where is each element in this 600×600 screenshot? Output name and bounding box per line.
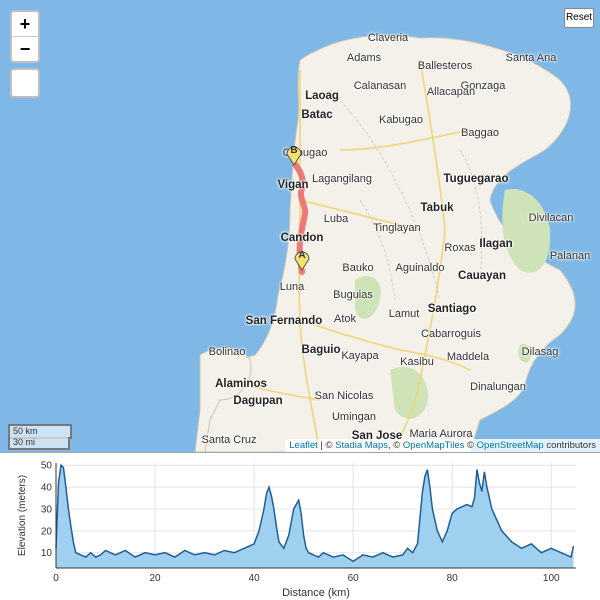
place-label: Atok xyxy=(333,313,357,325)
layer-button[interactable] xyxy=(10,68,40,98)
zoom-control: + − xyxy=(10,10,40,63)
attribution: Leaflet | © Stadia Maps, © OpenMapTiles … xyxy=(285,439,600,452)
place-label: Candon xyxy=(280,232,324,244)
place-label: Luna xyxy=(279,281,305,293)
place-label: Roxas xyxy=(444,242,476,254)
place-label: Divilacan xyxy=(528,212,574,224)
place-label: Dagupan xyxy=(233,395,283,407)
place-label: Santiago xyxy=(427,303,477,315)
place-label: Tuguegarao xyxy=(443,173,509,185)
x-tick-label: 20 xyxy=(149,573,161,584)
elevation-chart: 0 20 40 60 80 100 10 20 30 40 50 Distance (km) El… xyxy=(17,461,576,599)
place-label: Ilagan xyxy=(479,238,513,250)
place-label: Tabuk xyxy=(420,202,454,214)
x-tick-label: 60 xyxy=(348,573,360,584)
place-label: Tinglayan xyxy=(373,222,421,234)
place-label: Ballesteros xyxy=(417,60,473,72)
y-tick-label: 30 xyxy=(41,504,53,515)
y-tick-label: 40 xyxy=(41,483,53,494)
stadia-link[interactable]: Stadia Maps xyxy=(335,440,388,451)
place-label: Lamut xyxy=(388,308,420,320)
place-label: Dinalungan xyxy=(470,381,526,393)
place-label: Baguio xyxy=(301,344,341,356)
place-label: Kayapa xyxy=(341,350,379,362)
place-label: San Nicolas xyxy=(314,390,374,402)
place-label: Cauayan xyxy=(458,270,506,282)
place-label: Umingan xyxy=(331,411,377,423)
y-tick-label: 50 xyxy=(41,461,53,472)
place-label: Kasibu xyxy=(400,356,434,368)
x-tick-label: 80 xyxy=(447,573,459,584)
place-label: Buguias xyxy=(333,289,373,301)
place-label: Batac xyxy=(301,109,333,121)
y-axis-label: Elevation (meters) xyxy=(17,475,28,556)
reset-button[interactable]: Reset xyxy=(564,8,594,28)
y-tick-label: 20 xyxy=(41,526,53,537)
place-label: Luba xyxy=(323,213,349,225)
place-label: Baggao xyxy=(461,127,499,139)
scale-mi: 30 mi xyxy=(8,437,70,450)
x-tick-label: 40 xyxy=(249,573,261,584)
place-label: Claveria xyxy=(367,32,409,44)
route-start-label: A xyxy=(298,250,306,261)
zoom-in-button[interactable]: + xyxy=(12,12,38,36)
x-axis-label: Distance (km) xyxy=(282,587,350,599)
place-label: Santa Ana xyxy=(505,52,557,64)
osm-link[interactable]: OpenStreetMap xyxy=(477,440,544,451)
place-label: Laoag xyxy=(305,90,339,102)
place-label: Kabugao xyxy=(378,114,424,126)
place-label: Bauko xyxy=(342,262,374,274)
x-tick-label: 0 xyxy=(53,573,59,584)
place-label: Lagangilang xyxy=(312,173,372,185)
openmaptiles-link[interactable]: OpenMapTiles xyxy=(403,440,464,451)
place-label: Santa Cruz xyxy=(201,434,257,446)
x-tick-label: 100 xyxy=(543,573,560,584)
place-label: Calanasan xyxy=(353,80,407,92)
place-label: San Fernando xyxy=(245,315,323,327)
place-label: Vigan xyxy=(277,179,309,191)
route-end-label: B xyxy=(290,145,298,156)
place-label: Palanan xyxy=(549,250,591,262)
map-view[interactable]: Claveria Adams Ballesteros Santa Ana Calanas… xyxy=(0,0,600,453)
place-label: Maddela xyxy=(446,351,490,363)
route-start-marker[interactable]: A xyxy=(293,249,311,271)
place-label: Aguinaldo xyxy=(395,262,445,274)
y-tick-label: 10 xyxy=(41,548,53,559)
place-label: Alaminos xyxy=(215,378,267,390)
place-label: Dilasag xyxy=(521,346,559,358)
zoom-out-button[interactable]: − xyxy=(12,36,38,61)
route-end-marker[interactable]: B xyxy=(285,144,303,166)
place-label: Adams xyxy=(346,52,382,64)
place-label: Cabarroguis xyxy=(421,328,481,340)
place-label: Allacapan xyxy=(426,86,476,98)
place-label: Bolinao xyxy=(208,346,246,358)
leaflet-link[interactable]: Leaflet xyxy=(289,440,318,451)
